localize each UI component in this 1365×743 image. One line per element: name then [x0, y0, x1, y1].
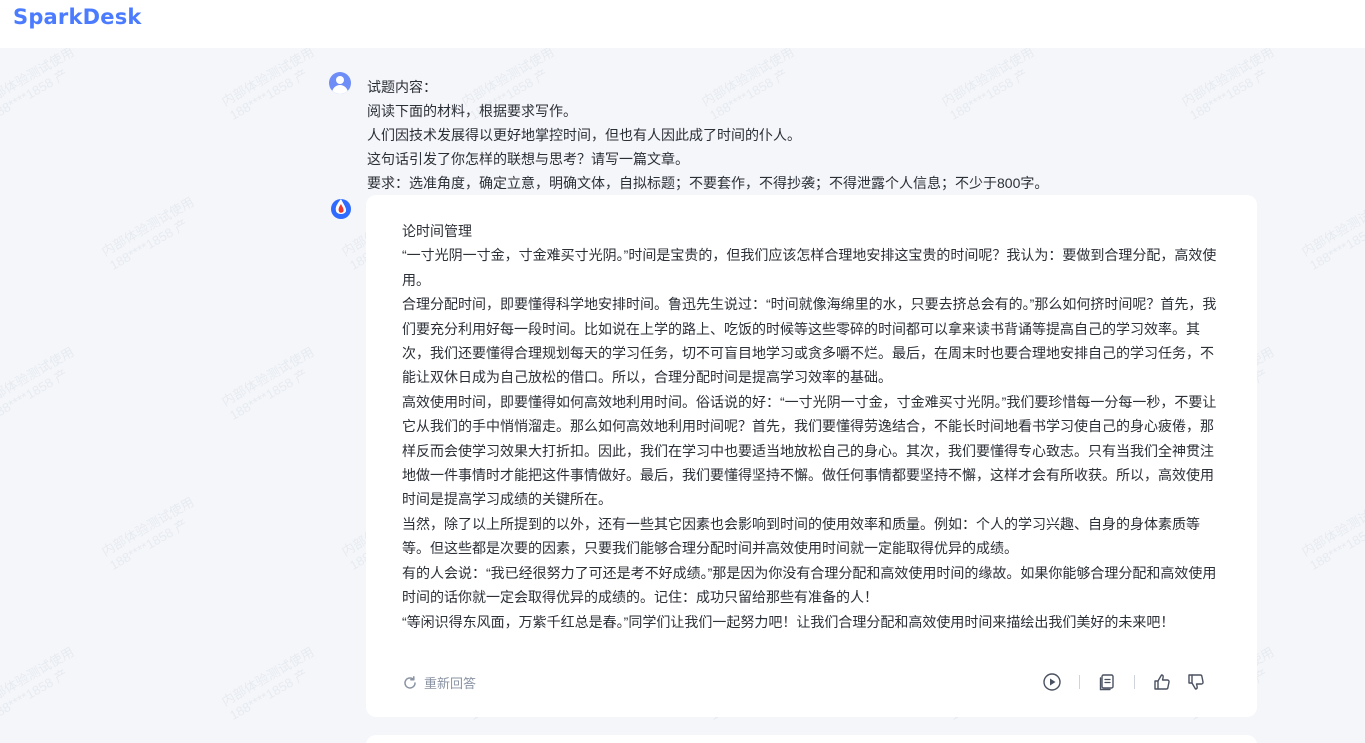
refresh-icon — [404, 675, 416, 689]
answer-paragraph: 当然，除了以上所提到的以外，还有一些其它因素也会影响到时间的使用效率和质量。例如… — [402, 515, 1200, 557]
copy-button[interactable] — [1096, 671, 1118, 693]
play-button[interactable] — [1041, 671, 1063, 693]
answer-card: 论时间管理 “一寸光阴一寸金，寸金难买寸光阴。”时间是宝贵的，但我们应该怎样合理… — [366, 195, 1257, 717]
question-line: 阅读下面的材料，根据要求写作。 — [367, 103, 577, 119]
dislike-button[interactable] — [1185, 671, 1207, 693]
user-avatar-icon — [329, 72, 351, 94]
watermark-text: 内部体验测试使用188****1858 产 — [1298, 194, 1365, 273]
brand-logo[interactable]: SparkDesk — [13, 5, 142, 29]
play-circle-icon — [1043, 673, 1061, 691]
thumbs-up-icon — [1154, 674, 1170, 690]
question-line: 要求：选准角度，确定立意，明确文体，自拟标题；不要套作，不得抄袭；不得泄露个人信… — [367, 175, 1049, 191]
question-line: 人们因技术发展得以更好地掌控时间，但也有人因此成了时间的仆人。 — [367, 127, 801, 143]
question-line: 这句话引发了你怎样的联想与思考？请写一篇文章。 — [367, 151, 689, 167]
watermark-text: 内部体验测试使用188****1858 产 — [98, 194, 197, 273]
like-button[interactable] — [1151, 671, 1173, 693]
spark-logo-icon — [329, 196, 353, 220]
answer-body: 论时间管理 “一寸光阴一寸金，寸金难买寸光阴。”时间是宝贵的，但我们应该怎样合理… — [402, 219, 1222, 634]
answer-paragraph: 有的人会说：“我已经很努力了可还是考不好成绩。”那是因为你没有合理分配和高效使用… — [402, 564, 1217, 606]
watermark-text: 内部体验测试使用188****1858 产 — [218, 344, 317, 423]
divider — [1134, 675, 1135, 689]
next-answer-card — [366, 735, 1257, 743]
question-line: 试题内容： — [367, 79, 437, 95]
copy-icon — [1099, 674, 1114, 691]
answer-paragraph: “一寸光阴一寸金，寸金难买寸光阴。”时间是宝贵的，但我们应该怎样合理地安排这宝贵… — [402, 247, 1217, 288]
watermark-text: 内部体验测试使用188****1858 产 — [98, 494, 197, 573]
watermark-text: 内部体验测试使用188****1858 产 — [218, 48, 317, 123]
answer-paragraph: “等闲识得东风面，万紫千红总是春。”同学们让我们一起努力吧！让我们合理分配和高效… — [402, 613, 1175, 630]
top-bar: SparkDesk — [0, 0, 1365, 48]
watermark-text: 内部体验测试使用188****1858 产 — [1298, 494, 1365, 573]
answer-paragraph: 合理分配时间，即要懂得科学地安排时间。鲁迅先生说过：“时间就像海绵里的水，只要去… — [402, 296, 1217, 386]
answer-paragraph: 高效使用时间，即要懂得如何高效地利用时间。俗话说的好：“一寸光阴一寸金，寸金难买… — [402, 393, 1217, 508]
watermark-text: 内部体验测试使用188****1858 产 — [0, 48, 77, 123]
regenerate-button[interactable]: 重新回答 — [402, 673, 476, 692]
divider — [1079, 675, 1080, 689]
thumbs-down-icon — [1188, 674, 1204, 690]
answer-title: 论时间管理 — [402, 223, 472, 239]
question-text: 试题内容： 阅读下面的材料，根据要求写作。 人们因技术发展得以更好地掌控时间，但… — [367, 75, 1247, 195]
watermark-text: 内部体验测试使用188****1858 产 — [218, 644, 317, 723]
regenerate-label: 重新回答 — [424, 676, 477, 691]
watermark-text: 内部体验测试使用188****1858 产 — [0, 644, 77, 723]
answer-actions — [1041, 671, 1207, 693]
watermark-text: 内部体验测试使用188****1858 产 — [0, 344, 77, 423]
